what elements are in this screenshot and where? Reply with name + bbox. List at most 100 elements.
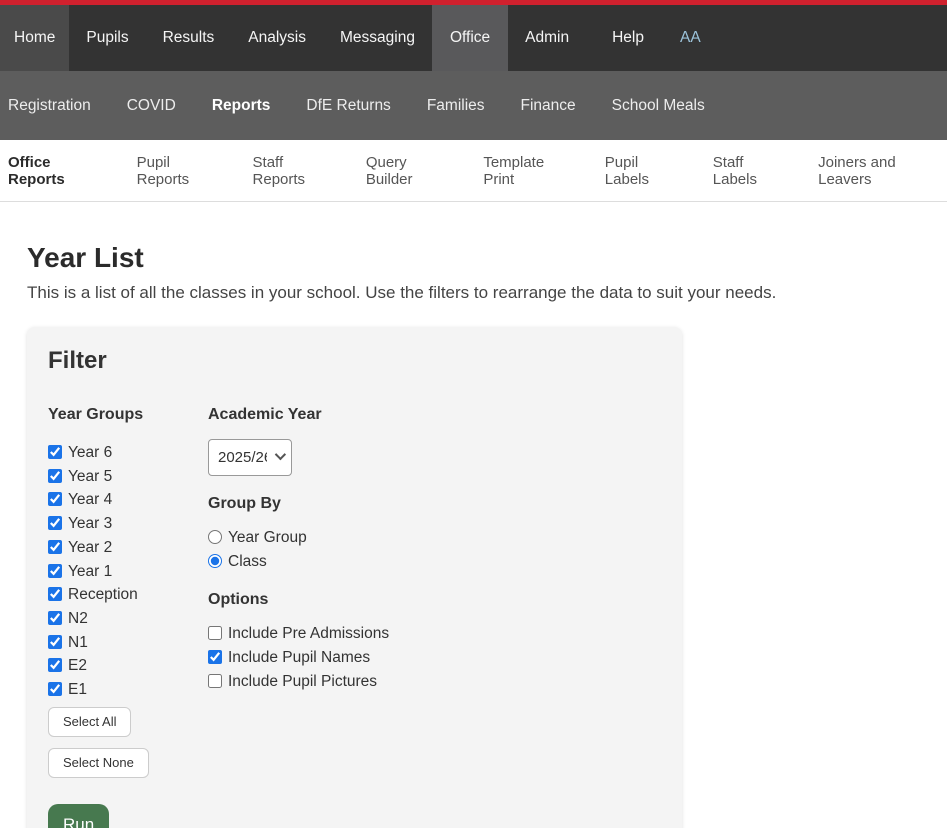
tab-template-print[interactable]: Template Print bbox=[483, 154, 574, 188]
year-group-option[interactable]: Year 4 bbox=[48, 491, 112, 508]
option-item[interactable]: Include Pre Admissions bbox=[208, 625, 389, 642]
subnav-item-school-meals[interactable]: School Meals bbox=[612, 97, 705, 115]
subnav-item-finance[interactable]: Finance bbox=[521, 97, 576, 115]
year-group-option-label: Year 3 bbox=[68, 515, 112, 532]
year-2-checkbox[interactable] bbox=[48, 540, 62, 554]
year-1-checkbox[interactable] bbox=[48, 564, 62, 578]
year-group-option-label: N2 bbox=[68, 610, 88, 627]
nav-item-admin[interactable]: Admin bbox=[508, 5, 586, 71]
year-group-row: Year 5 bbox=[48, 465, 208, 489]
year-group-option[interactable]: N2 bbox=[48, 610, 88, 627]
academic-year-select-wrap: 2025/26 bbox=[208, 439, 292, 476]
year-group-option[interactable]: Year 3 bbox=[48, 515, 112, 532]
group-by-year-group-radio[interactable] bbox=[208, 530, 222, 544]
filter-panel: Filter Year Groups Year 6 Year 5 Year 4 … bbox=[27, 327, 682, 828]
year-group-row: E2 bbox=[48, 654, 208, 678]
year-groups-list: Year 6 Year 5 Year 4 Year 3 Year 2 Year … bbox=[48, 441, 208, 702]
year-group-option[interactable]: E2 bbox=[48, 657, 87, 674]
e1-checkbox[interactable] bbox=[48, 682, 62, 696]
select-all-button[interactable]: Select All bbox=[48, 707, 131, 737]
year-4-checkbox[interactable] bbox=[48, 492, 62, 506]
filter-heading: Filter bbox=[48, 347, 662, 375]
option-item-label: Include Pupil Names bbox=[228, 649, 370, 666]
option-item-label: Include Pupil Pictures bbox=[228, 673, 377, 690]
reception-checkbox[interactable] bbox=[48, 587, 62, 601]
group-by-class-radio[interactable] bbox=[208, 554, 222, 568]
option-row: Include Pupil Pictures bbox=[208, 670, 662, 694]
option-item-label: Include Pre Admissions bbox=[228, 625, 389, 642]
year-group-row: Year 6 bbox=[48, 441, 208, 465]
year-group-option-label: Reception bbox=[68, 586, 138, 603]
year-5-checkbox[interactable] bbox=[48, 469, 62, 483]
year-groups-column: Year Groups Year 6 Year 5 Year 4 Year 3 … bbox=[48, 405, 208, 828]
filter-options-column: Academic Year 2025/26 Group By Year Grou… bbox=[208, 405, 662, 828]
tab-pupil-labels[interactable]: Pupil Labels bbox=[605, 154, 683, 188]
year-group-option-label: Year 2 bbox=[68, 539, 112, 556]
year-group-option[interactable]: Year 2 bbox=[48, 539, 112, 556]
year-group-row: Year 4 bbox=[48, 488, 208, 512]
e2-checkbox[interactable] bbox=[48, 658, 62, 672]
nav-item-pupils[interactable]: Pupils bbox=[69, 5, 145, 71]
select-none-button[interactable]: Select None bbox=[48, 748, 149, 778]
year-6-checkbox[interactable] bbox=[48, 445, 62, 459]
year-group-option-label: E1 bbox=[68, 681, 87, 698]
options-list: Include Pre Admissions Include Pupil Nam… bbox=[208, 622, 662, 694]
office-sub-navbar: Registration COVID Reports DfE Returns F… bbox=[0, 71, 947, 140]
option-item[interactable]: Include Pupil Names bbox=[208, 649, 370, 666]
group-by-list: Year Group Class bbox=[208, 526, 662, 574]
page-title: Year List bbox=[27, 242, 920, 274]
group-by-label: Group By bbox=[208, 494, 662, 514]
group-by-option[interactable]: Class bbox=[208, 553, 267, 570]
include-pupil-names-checkbox[interactable] bbox=[208, 650, 222, 664]
year-group-option-label: Year 4 bbox=[68, 491, 112, 508]
tab-query-builder[interactable]: Query Builder bbox=[366, 154, 454, 188]
year-group-option[interactable]: Year 5 bbox=[48, 468, 112, 485]
year-group-option[interactable]: Year 1 bbox=[48, 563, 112, 580]
year-group-option[interactable]: E1 bbox=[48, 681, 87, 698]
year-group-option[interactable]: Year 6 bbox=[48, 444, 112, 461]
nav-item-analysis[interactable]: Analysis bbox=[231, 5, 323, 71]
option-row: Include Pupil Names bbox=[208, 646, 662, 670]
subnav-item-families[interactable]: Families bbox=[427, 97, 485, 115]
options-label: Options bbox=[208, 590, 662, 610]
year-group-option-label: Year 1 bbox=[68, 563, 112, 580]
option-item[interactable]: Include Pupil Pictures bbox=[208, 673, 377, 690]
academic-year-label: Academic Year bbox=[208, 405, 662, 425]
year-group-option-label: E2 bbox=[68, 657, 87, 674]
year-group-option[interactable]: N1 bbox=[48, 634, 88, 651]
n2-checkbox[interactable] bbox=[48, 611, 62, 625]
include-pupil-pictures-checkbox[interactable] bbox=[208, 674, 222, 688]
tab-office-reports[interactable]: Office Reports bbox=[8, 154, 107, 188]
year-group-option-label: N1 bbox=[68, 634, 88, 651]
nav-item-help[interactable]: Help bbox=[586, 5, 670, 71]
group-by-row: Year Group bbox=[208, 526, 662, 550]
year-group-row: E1 bbox=[48, 678, 208, 702]
run-button[interactable]: Run bbox=[48, 804, 109, 828]
group-by-option-label: Class bbox=[228, 553, 267, 570]
year-group-option-label: Year 6 bbox=[68, 444, 112, 461]
include-pre-admissions-checkbox[interactable] bbox=[208, 626, 222, 640]
year-3-checkbox[interactable] bbox=[48, 516, 62, 530]
subnav-item-covid[interactable]: COVID bbox=[127, 97, 176, 115]
year-group-row: Year 1 bbox=[48, 560, 208, 584]
page-description: This is a list of all the classes in you… bbox=[27, 283, 920, 303]
year-group-row: N2 bbox=[48, 607, 208, 631]
nav-item-office[interactable]: Office bbox=[432, 5, 508, 71]
subnav-item-registration[interactable]: Registration bbox=[8, 97, 91, 115]
tab-joiners-and-leavers[interactable]: Joiners and Leavers bbox=[818, 154, 947, 188]
nav-item-user-initials[interactable]: AA bbox=[670, 5, 711, 71]
tab-pupil-reports[interactable]: Pupil Reports bbox=[137, 154, 223, 188]
subnav-item-reports[interactable]: Reports bbox=[212, 97, 271, 115]
nav-item-messaging[interactable]: Messaging bbox=[323, 5, 432, 71]
academic-year-select[interactable]: 2025/26 bbox=[208, 439, 292, 476]
nav-item-home[interactable]: Home bbox=[0, 5, 69, 71]
n1-checkbox[interactable] bbox=[48, 635, 62, 649]
option-row: Include Pre Admissions bbox=[208, 622, 662, 646]
group-by-option[interactable]: Year Group bbox=[208, 529, 307, 546]
nav-item-results[interactable]: Results bbox=[146, 5, 232, 71]
year-group-option[interactable]: Reception bbox=[48, 586, 138, 603]
tab-staff-reports[interactable]: Staff Reports bbox=[253, 154, 336, 188]
year-group-row: Year 2 bbox=[48, 536, 208, 560]
tab-staff-labels[interactable]: Staff Labels bbox=[713, 154, 788, 188]
subnav-item-dfe-returns[interactable]: DfE Returns bbox=[306, 97, 390, 115]
